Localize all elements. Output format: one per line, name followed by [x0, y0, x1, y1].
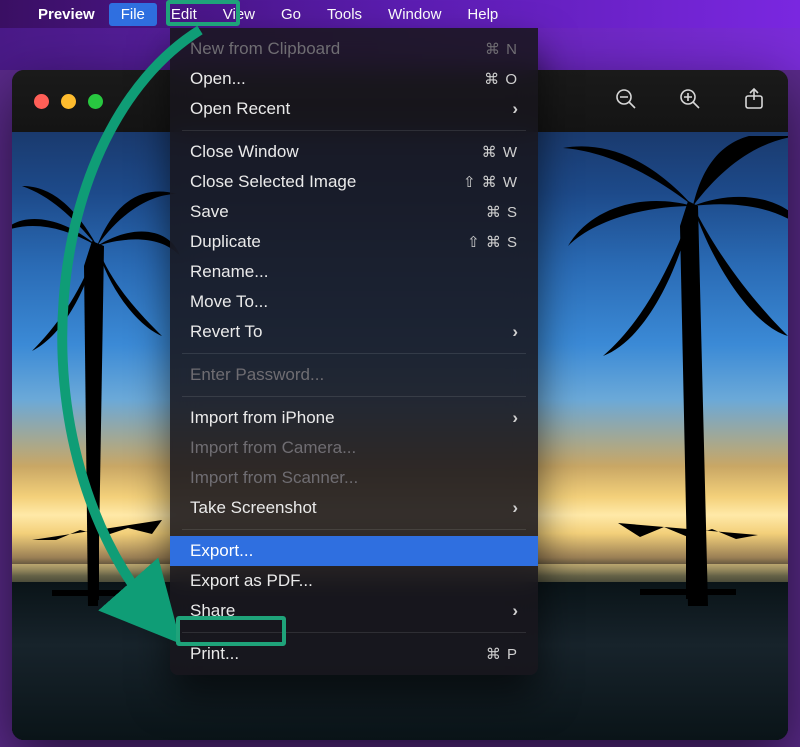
menu-item-open[interactable]: Open...⌘ O — [170, 64, 538, 94]
menu-help[interactable]: Help — [455, 3, 510, 26]
menu-item-label: Import from Scanner... — [190, 468, 518, 488]
menu-item-label: Revert To — [190, 322, 504, 342]
window-controls — [34, 94, 103, 109]
menu-item-shortcut: ⇧ ⌘ S — [467, 233, 518, 251]
menu-item-close-window[interactable]: Close Window⌘ W — [170, 137, 538, 167]
menu-separator — [182, 529, 526, 530]
chevron-right-icon: › — [504, 498, 518, 518]
menu-item-shortcut: ⌘ O — [484, 70, 518, 88]
menu-edit[interactable]: Edit — [159, 3, 209, 26]
menu-item-rename[interactable]: Rename... — [170, 257, 538, 287]
menu-item-label: Open... — [190, 69, 484, 89]
menu-item-take-screenshot[interactable]: Take Screenshot› — [170, 493, 538, 523]
decorative-umbrella — [32, 510, 162, 600]
menu-item-import-from-scanner: Import from Scanner... — [170, 463, 538, 493]
menu-item-label: Export as PDF... — [190, 571, 518, 591]
menu-item-label: Open Recent — [190, 99, 504, 119]
zoom-out-icon[interactable] — [614, 87, 638, 116]
menubar: Preview File Edit View Go Tools Window H… — [0, 0, 800, 28]
menu-item-close-selected-image[interactable]: Close Selected Image⇧ ⌘ W — [170, 167, 538, 197]
menu-item-export[interactable]: Export... — [170, 536, 538, 566]
menu-file[interactable]: File — [109, 3, 157, 26]
menu-view[interactable]: View — [211, 3, 267, 26]
menu-item-import-from-iphone[interactable]: Import from iPhone› — [170, 403, 538, 433]
menu-item-shortcut: ⌘ N — [485, 40, 518, 58]
menu-item-label: Take Screenshot — [190, 498, 504, 518]
menu-item-shortcut: ⇧ ⌘ W — [463, 173, 518, 191]
menu-item-move-to[interactable]: Move To... — [170, 287, 538, 317]
menu-separator — [182, 130, 526, 131]
menu-item-label: Move To... — [190, 292, 518, 312]
chevron-right-icon: › — [504, 408, 518, 428]
menu-item-label: Export... — [190, 541, 518, 561]
menu-item-label: Import from iPhone — [190, 408, 504, 428]
menu-item-import-from-camera: Import from Camera... — [170, 433, 538, 463]
chevron-right-icon: › — [504, 601, 518, 621]
menu-item-label: Duplicate — [190, 232, 467, 252]
chevron-right-icon: › — [504, 99, 518, 119]
menu-separator — [182, 396, 526, 397]
menu-item-shortcut: ⌘ W — [482, 143, 518, 161]
menu-item-label: Close Selected Image — [190, 172, 463, 192]
share-icon[interactable] — [742, 87, 766, 116]
app-name[interactable]: Preview — [26, 3, 107, 26]
menu-item-share[interactable]: Share› — [170, 596, 538, 626]
menu-item-label: Close Window — [190, 142, 482, 162]
menu-separator — [182, 632, 526, 633]
chevron-right-icon: › — [504, 322, 518, 342]
zoom-in-icon[interactable] — [678, 87, 702, 116]
toolbar — [614, 87, 766, 116]
menu-item-enter-password: Enter Password... — [170, 360, 538, 390]
minimize-window-button[interactable] — [61, 94, 76, 109]
menu-item-label: Enter Password... — [190, 365, 518, 385]
menu-item-print[interactable]: Print...⌘ P — [170, 639, 538, 669]
file-menu-dropdown: New from Clipboard⌘ NOpen...⌘ OOpen Rece… — [170, 28, 538, 675]
menu-item-export-as-pdf[interactable]: Export as PDF... — [170, 566, 538, 596]
menu-item-duplicate[interactable]: Duplicate⇧ ⌘ S — [170, 227, 538, 257]
menu-item-open-recent[interactable]: Open Recent› — [170, 94, 538, 124]
menu-separator — [182, 353, 526, 354]
menu-item-label: Save — [190, 202, 486, 222]
menu-item-label: Print... — [190, 644, 486, 664]
menu-item-save[interactable]: Save⌘ S — [170, 197, 538, 227]
zoom-window-button[interactable] — [88, 94, 103, 109]
menu-window[interactable]: Window — [376, 3, 453, 26]
close-window-button[interactable] — [34, 94, 49, 109]
menu-item-label: New from Clipboard — [190, 39, 485, 59]
menu-item-shortcut: ⌘ S — [486, 203, 518, 221]
menu-item-label: Rename... — [190, 262, 518, 282]
menu-item-shortcut: ⌘ P — [486, 645, 518, 663]
menu-tools[interactable]: Tools — [315, 3, 374, 26]
menu-item-new-from-clipboard: New from Clipboard⌘ N — [170, 34, 538, 64]
menu-item-revert-to[interactable]: Revert To› — [170, 317, 538, 347]
menu-item-label: Import from Camera... — [190, 438, 518, 458]
menu-go[interactable]: Go — [269, 3, 313, 26]
decorative-umbrella — [618, 505, 758, 600]
menu-item-label: Share — [190, 601, 504, 621]
